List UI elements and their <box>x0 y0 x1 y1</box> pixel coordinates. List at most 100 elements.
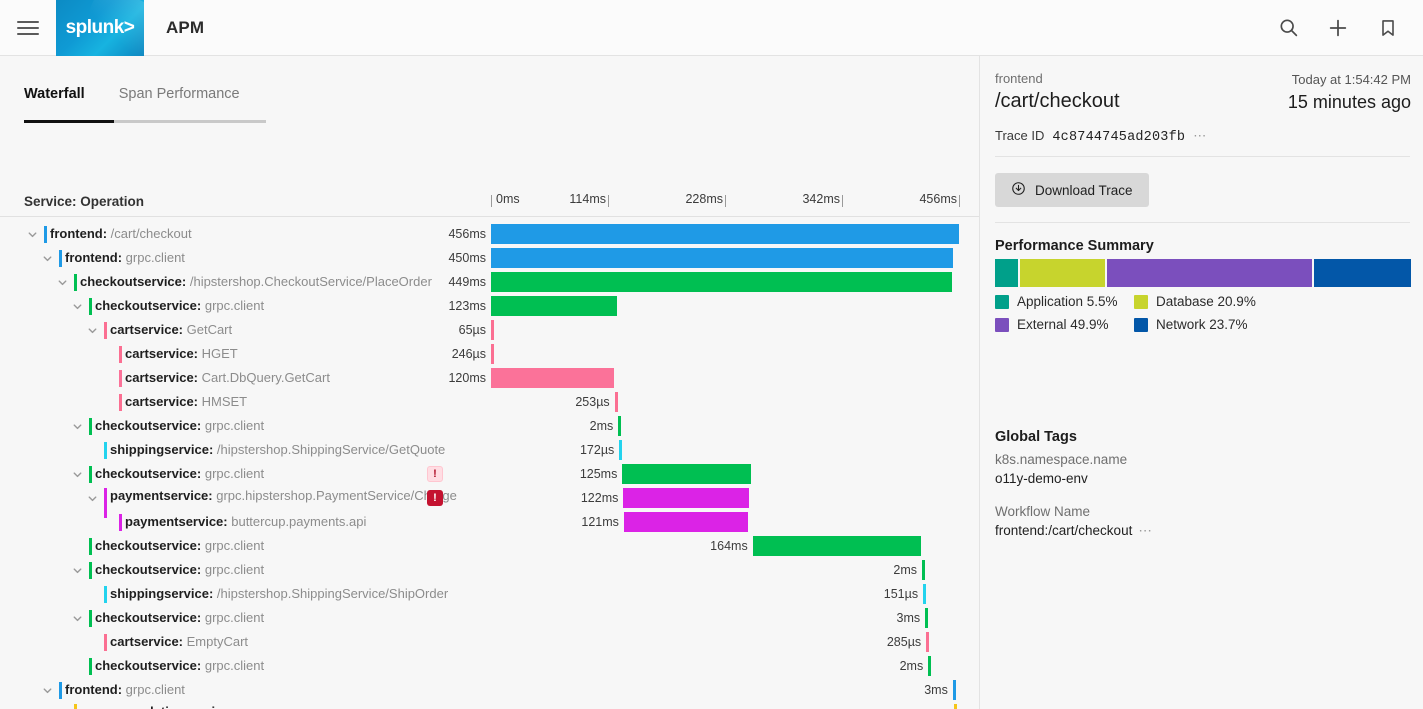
waterfall-row[interactable]: recommendationservice: /hipstershop.Reco… <box>0 702 979 709</box>
span-label[interactable]: frontend: grpc.client <box>65 682 185 697</box>
global-tag-more-icon[interactable]: ⋯ <box>1138 523 1153 538</box>
span-label[interactable]: cartservice: EmptyCart <box>110 634 248 649</box>
performance-segment-network[interactable] <box>1313 259 1411 287</box>
legend-item-database[interactable]: Database 20.9% <box>1134 294 1256 309</box>
span-bar[interactable] <box>491 296 618 316</box>
hamburger-menu-icon[interactable] <box>0 0 56 56</box>
span-label[interactable]: cartservice: HMSET <box>125 394 247 409</box>
span-label[interactable]: frontend: /cart/checkout <box>50 226 192 241</box>
waterfall-row[interactable]: checkoutservice: /hipstershop.CheckoutSe… <box>0 270 979 294</box>
waterfall-row[interactable]: cartservice: HMSET 253µs <box>0 390 979 414</box>
span-label[interactable]: paymentservice: buttercup.payments.api <box>125 514 366 529</box>
waterfall-row[interactable]: checkoutservice: grpc.client! 125ms <box>0 462 979 486</box>
span-bar[interactable] <box>491 224 959 244</box>
legend-item-network[interactable]: Network 23.7% <box>1134 317 1248 332</box>
chevron-down-icon[interactable] <box>71 468 84 481</box>
legend-item-external[interactable]: External 49.9% <box>995 317 1134 332</box>
chevron-down-icon[interactable] <box>41 252 54 265</box>
waterfall-row[interactable]: checkoutservice: grpc.client 2ms <box>0 654 979 678</box>
waterfall-row[interactable]: cartservice: EmptyCart 285µs <box>0 630 979 654</box>
span-label[interactable]: checkoutservice: grpc.client <box>95 418 264 433</box>
waterfall-row[interactable]: frontend: /cart/checkout 456ms <box>0 222 979 246</box>
chevron-down-icon[interactable] <box>71 420 84 433</box>
plus-icon[interactable] <box>1325 15 1351 41</box>
search-icon[interactable] <box>1275 15 1301 41</box>
span-bar[interactable] <box>923 584 927 604</box>
performance-segment-application[interactable] <box>995 259 1018 287</box>
global-tag-value[interactable]: frontend:/cart/checkout ⋯ <box>995 521 1411 540</box>
span-bar[interactable] <box>618 416 622 436</box>
trace-id-more-icon[interactable]: ⋯ <box>1193 128 1207 144</box>
waterfall-row[interactable]: frontend: grpc.client 3ms <box>0 678 979 702</box>
span-bar[interactable] <box>926 632 930 652</box>
waterfall-row[interactable]: checkoutservice: grpc.client 164ms <box>0 534 979 558</box>
chevron-down-icon[interactable] <box>56 276 69 289</box>
span-label[interactable]: checkoutservice: grpc.client <box>95 562 264 577</box>
span-bar[interactable] <box>953 704 957 709</box>
error-badge[interactable]: ! <box>427 466 443 482</box>
download-trace-button[interactable]: Download Trace <box>995 173 1149 207</box>
span-bar[interactable] <box>623 512 749 532</box>
span-bar[interactable] <box>928 656 932 676</box>
span-label[interactable]: checkoutservice: grpc.client <box>95 466 264 481</box>
span-label[interactable]: checkoutservice: grpc.client <box>95 658 264 673</box>
legend-item-application[interactable]: Application 5.5% <box>995 294 1134 309</box>
ruler-tick-label: 342ms <box>802 192 840 206</box>
waterfall-row[interactable]: checkoutservice: grpc.client 2ms <box>0 558 979 582</box>
chevron-down-icon[interactable] <box>71 300 84 313</box>
span-label[interactable]: paymentservice: grpc.hipstershop.Payment… <box>110 488 530 503</box>
span-bar[interactable] <box>491 272 952 292</box>
span-label[interactable]: cartservice: Cart.DbQuery.GetCart <box>125 370 330 385</box>
span-label[interactable]: checkoutservice: /hipstershop.CheckoutSe… <box>80 274 432 289</box>
chevron-down-icon[interactable] <box>86 492 99 505</box>
service-color-tick <box>119 514 122 531</box>
span-label[interactable]: shippingservice: /hipstershop.ShippingSe… <box>110 586 448 601</box>
span-label[interactable]: checkoutservice: grpc.client <box>95 610 264 625</box>
span-bar[interactable] <box>491 320 494 340</box>
span-bar[interactable] <box>491 344 494 364</box>
chevron-down-icon[interactable] <box>71 612 84 625</box>
span-label[interactable]: cartservice: HGET <box>125 346 238 361</box>
waterfall-row[interactable]: shippingservice: /hipstershop.ShippingSe… <box>0 582 979 606</box>
span-label[interactable]: checkoutservice: grpc.client <box>95 298 264 313</box>
performance-segment-database[interactable] <box>1019 259 1106 287</box>
span-bar[interactable] <box>752 536 922 556</box>
trace-id-value[interactable]: 4c8744745ad203fb <box>1052 130 1185 145</box>
waterfall-row[interactable]: cartservice: GetCart 65µs <box>0 318 979 342</box>
chevron-down-icon[interactable] <box>41 684 54 697</box>
waterfall-row[interactable]: checkoutservice: grpc.client 3ms <box>0 606 979 630</box>
waterfall-row[interactable]: checkoutservice: grpc.client 2ms <box>0 414 979 438</box>
span-bar[interactable] <box>925 608 929 628</box>
span-bar[interactable] <box>952 680 956 700</box>
bookmark-icon[interactable] <box>1375 15 1401 41</box>
span-label[interactable]: recommendationservice: /hipstershop.Reco… <box>80 704 500 709</box>
waterfall-row[interactable]: frontend: grpc.client 450ms <box>0 246 979 270</box>
waterfall-row[interactable]: paymentservice: buttercup.payments.api 12… <box>0 510 979 534</box>
span-label[interactable]: shippingservice: /hipstershop.ShippingSe… <box>110 442 445 457</box>
span-operation-name: grpc.client <box>201 466 265 481</box>
waterfall-row[interactable]: cartservice: HGET 246µs <box>0 342 979 366</box>
span-bar[interactable] <box>491 368 615 388</box>
error-badge[interactable]: ! <box>427 490 443 506</box>
span-bar[interactable] <box>619 440 623 460</box>
span-bar[interactable] <box>614 392 618 412</box>
span-bar[interactable] <box>623 488 749 508</box>
waterfall-row[interactable]: shippingservice: /hipstershop.ShippingSe… <box>0 438 979 462</box>
span-bar[interactable] <box>622 464 751 484</box>
splunk-logo[interactable]: splunk> <box>56 0 144 56</box>
span-bar[interactable] <box>922 560 926 580</box>
span-label[interactable]: checkoutservice: grpc.client <box>95 538 264 553</box>
global-tag-value[interactable]: o11y-demo-env <box>995 469 1411 488</box>
performance-segment-external[interactable] <box>1107 259 1312 287</box>
span-label[interactable]: cartservice: GetCart <box>110 322 232 337</box>
span-label[interactable]: frontend: grpc.client <box>65 250 185 265</box>
tab-span-performance[interactable]: Span Performance <box>119 86 240 113</box>
chevron-down-icon[interactable] <box>71 564 84 577</box>
waterfall-row[interactable]: cartservice: Cart.DbQuery.GetCart 120ms <box>0 366 979 390</box>
waterfall-row[interactable]: checkoutservice: grpc.client 123ms <box>0 294 979 318</box>
span-bar[interactable] <box>491 248 953 268</box>
chevron-down-icon[interactable] <box>86 324 99 337</box>
waterfall-row[interactable]: paymentservice: grpc.hipstershop.Payment… <box>0 486 979 518</box>
tab-waterfall[interactable]: Waterfall <box>24 86 85 113</box>
chevron-down-icon[interactable] <box>26 228 39 241</box>
